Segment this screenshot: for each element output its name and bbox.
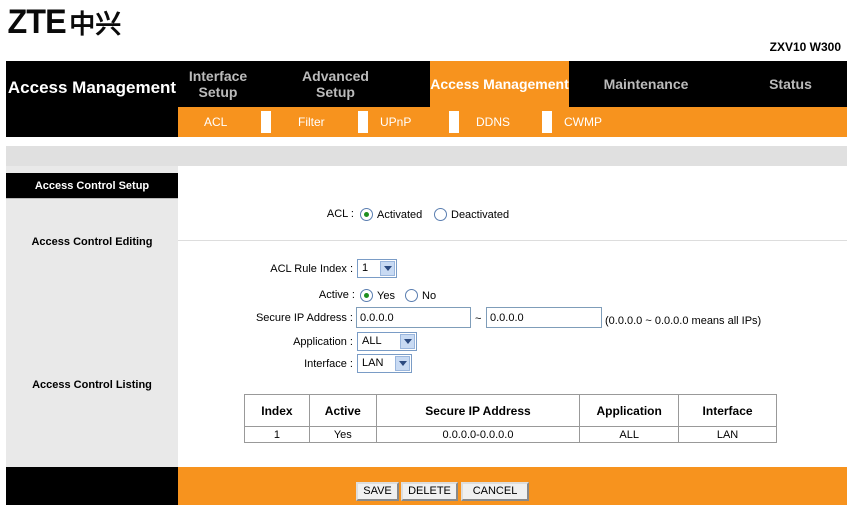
active-no-label: No (422, 290, 437, 302)
cell-index: 1 (244, 426, 310, 443)
rule-index-select[interactable]: 1 (357, 259, 397, 278)
divider (6, 198, 178, 199)
logo-latin: ZTE (7, 2, 67, 41)
cell-application: ALL (579, 426, 680, 443)
column-header-index: Index (244, 394, 310, 427)
tab-access-management[interactable]: Access Management (430, 61, 569, 107)
acl-activated-radio[interactable] (360, 208, 373, 221)
model-name: ZXV10 W300 (769, 40, 841, 54)
save-button[interactable]: SAVE (356, 482, 399, 501)
subtab-separator (449, 111, 459, 133)
application-select[interactable]: ALL (357, 332, 417, 351)
column-header-secure-ip: Secure IP Address (375, 394, 581, 427)
chevron-down-icon (400, 334, 415, 349)
main-tabs: Interface Setup Advanced Setup Access Ma… (178, 61, 847, 107)
subtab-separator (542, 111, 552, 133)
interface-select[interactable]: LAN (357, 354, 412, 373)
subtab-ddns[interactable]: DDNS (476, 107, 510, 137)
tab-maintenance[interactable]: Maintenance (586, 61, 706, 107)
cell-secure-ip: 0.0.0.0-0.0.0.0 (375, 426, 581, 443)
tab-interface-setup[interactable]: Interface Setup (178, 61, 258, 107)
content-top-band (6, 146, 847, 166)
secure-ip-label: Secure IP Address : (255, 312, 353, 324)
chevron-down-icon (380, 261, 395, 276)
left-panel (6, 166, 178, 467)
table-row: 1 Yes 0.0.0.0-0.0.0.0 ALL LAN (244, 426, 777, 443)
zte-logo: ZTE 中兴 (6, 2, 122, 41)
interface-label: Interface : (304, 358, 353, 370)
column-header-interface: Interface (678, 394, 777, 427)
tab-advanced-setup[interactable]: Advanced Setup (283, 61, 388, 107)
column-header-active: Active (308, 394, 377, 427)
column-header-application: Application (579, 394, 680, 427)
access-control-editing-label: Access Control Editing (31, 236, 153, 248)
subtab-upnp[interactable]: UPnP (380, 107, 411, 137)
interface-value: LAN (362, 357, 384, 369)
subtab-acl[interactable]: ACL (204, 107, 227, 137)
tab-status[interactable]: Status (748, 61, 833, 107)
active-label: Active : (318, 289, 355, 301)
subtab-separator (358, 111, 368, 133)
chevron-down-icon (395, 356, 410, 371)
acl-activated-label: Activated (377, 209, 423, 221)
delete-button[interactable]: DELETE (401, 482, 458, 501)
subtab-filter[interactable]: Filter (298, 107, 325, 137)
ip-hint: (0.0.0.0 ~ 0.0.0.0 means all IPs) (605, 315, 762, 327)
secure-ip-start-input[interactable] (356, 307, 471, 328)
subtab-separator (261, 111, 271, 133)
subtab-cwmp[interactable]: CWMP (564, 107, 602, 137)
ip-range-separator: ~ (475, 313, 482, 325)
rule-index-value: 1 (362, 262, 369, 274)
table-header-row: Index Active Secure IP Address Applicati… (244, 394, 777, 427)
application-label: Application : (293, 336, 353, 348)
acl-deactivated-label: Deactivated (451, 209, 510, 221)
cell-interface: LAN (678, 426, 777, 443)
cell-active: Yes (308, 426, 377, 443)
active-yes-label: Yes (377, 290, 395, 302)
access-control-setup-header: Access Control Setup (6, 173, 178, 198)
divider (178, 240, 847, 241)
cancel-button[interactable]: CANCEL (461, 482, 529, 501)
section-title: Access Management (6, 61, 178, 137)
logo-chinese: 中兴 (69, 9, 122, 40)
active-yes-radio[interactable] (360, 289, 373, 302)
footer-left (6, 467, 178, 505)
sub-tabs: ACL Filter UPnP DDNS CWMP (178, 107, 847, 137)
page: ZTE 中兴 ZXV10 W300 Access Management Inte… (0, 0, 847, 505)
acl-deactivated-radio[interactable] (434, 208, 447, 221)
rule-index-label: ACL Rule Index : (270, 263, 353, 275)
access-control-table: Index Active Secure IP Address Applicati… (244, 394, 777, 443)
application-value: ALL (362, 335, 382, 347)
access-control-listing-label: Access Control Listing (32, 379, 152, 391)
secure-ip-end-input[interactable] (486, 307, 602, 328)
active-no-radio[interactable] (405, 289, 418, 302)
acl-label: ACL : (326, 208, 354, 220)
